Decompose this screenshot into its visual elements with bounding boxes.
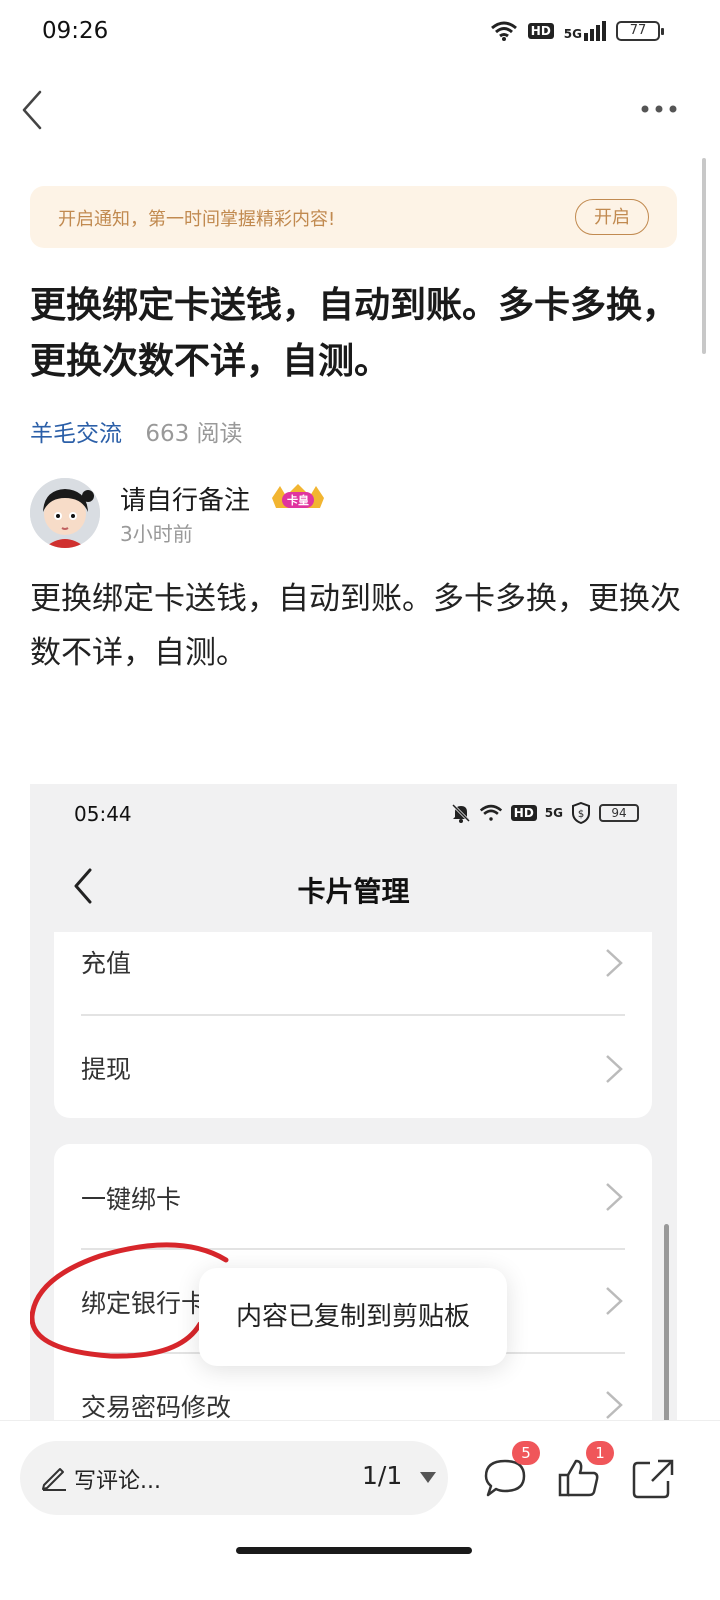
chevron-right-icon (606, 1287, 623, 1315)
dropdown-icon[interactable] (418, 1469, 438, 1485)
avatar-image (30, 478, 100, 548)
embedded-battery-icon: 94 (599, 804, 639, 822)
read-count: 663 阅读 (145, 421, 243, 447)
svg-text:$: $ (578, 809, 584, 820)
hd-icon: HD (527, 23, 554, 39)
share-button[interactable] (630, 1455, 676, 1501)
like-count-badge: 1 (586, 1441, 614, 1465)
status-time: 09:26 (42, 18, 109, 44)
chevron-right-icon (606, 1055, 623, 1083)
embedded-scrollbar (664, 1224, 669, 1424)
notification-text: 开启通知，第一时间掌握精彩内容! (58, 209, 336, 230)
list-item-label: 一键绑卡 (81, 1185, 182, 1214)
divider (81, 1014, 625, 1016)
list-item: 提现 (81, 1036, 625, 1140)
badge-label: 卡皇 (287, 493, 309, 507)
more-icon[interactable] (640, 96, 680, 122)
page-indicator[interactable]: 1/1 (362, 1461, 402, 1490)
post-time: 3小时前 (120, 522, 193, 546)
page-scrollbar[interactable] (702, 158, 706, 354)
bottom-action-bar: 写评论... 1/1 5 1 (0, 1420, 720, 1600)
signal-bars-icon (584, 21, 606, 41)
shield-dollar-icon: $ (572, 802, 590, 824)
embedded-hd-icon: HD (510, 805, 537, 821)
share-icon (632, 1459, 674, 1499)
embedded-card-funds: 充值 提现 (54, 932, 652, 1118)
crown-badge-icon: 卡皇 (270, 484, 326, 510)
article-body: 更换绑定卡送钱，自动到账。多卡多换，更换次数不详，自测。 (30, 581, 681, 671)
comment-button[interactable]: 5 (482, 1441, 540, 1501)
back-icon[interactable] (14, 86, 54, 134)
list-item-label: 交易密码修改 (81, 1393, 232, 1422)
chevron-right-icon (606, 1391, 623, 1419)
comment-input[interactable]: 写评论... 1/1 (20, 1441, 448, 1515)
author-name[interactable]: 请自行备注 (120, 480, 250, 517)
list-item-label: 提现 (81, 1055, 132, 1084)
status-icons: HD 5G 77 (490, 20, 664, 42)
mute-icon (451, 803, 470, 823)
enable-notification-button[interactable]: 开启 (575, 199, 649, 235)
author-row[interactable]: 请自行备注 卡皇 3小时前 (30, 478, 690, 550)
list-item: 充值 (81, 932, 625, 1036)
pen-icon (42, 1468, 66, 1491)
embedded-page-title: 卡片管理 (297, 875, 410, 908)
comment-placeholder: 写评论... (74, 1469, 161, 1494)
embedded-screenshot[interactable]: 05:44 HD 5G $ 94 卡片管理 充值 提现 一键绑卡 绑定银行卡 交… (30, 784, 677, 1424)
chevron-right-icon (606, 949, 623, 977)
embedded-status-icons: HD 5G $ 94 (451, 802, 639, 824)
battery-icon: 77 (616, 21, 664, 41)
article-title: 更换绑定卡送钱，自动到账。多卡多换，更换次数不详，自测。 (30, 285, 679, 382)
toast-message: 内容已复制到剪贴板 (199, 1268, 507, 1366)
embedded-status-time: 05:44 (74, 802, 132, 826)
home-indicator[interactable] (236, 1547, 472, 1554)
embedded-signal-icon: 5G (544, 806, 563, 820)
chevron-right-icon (606, 1183, 623, 1211)
wifi-icon (490, 21, 517, 41)
like-button[interactable]: 1 (556, 1441, 614, 1501)
network-type-label: 5G (563, 27, 582, 41)
signal-5g-icon: 5G (564, 21, 606, 41)
article-meta: 羊毛交流 663 阅读 (30, 414, 243, 448)
notification-banner: 开启通知，第一时间掌握精彩内容! 开启 (30, 186, 677, 248)
embedded-wifi-icon (479, 804, 502, 821)
category-link[interactable]: 羊毛交流 (30, 421, 122, 447)
avatar[interactable] (30, 478, 100, 548)
list-item-label: 充值 (81, 949, 132, 978)
list-item: 一键绑卡 (81, 1144, 625, 1248)
comment-count-badge: 5 (512, 1441, 540, 1465)
status-bar: 09:26 HD 5G 77 (0, 0, 720, 64)
